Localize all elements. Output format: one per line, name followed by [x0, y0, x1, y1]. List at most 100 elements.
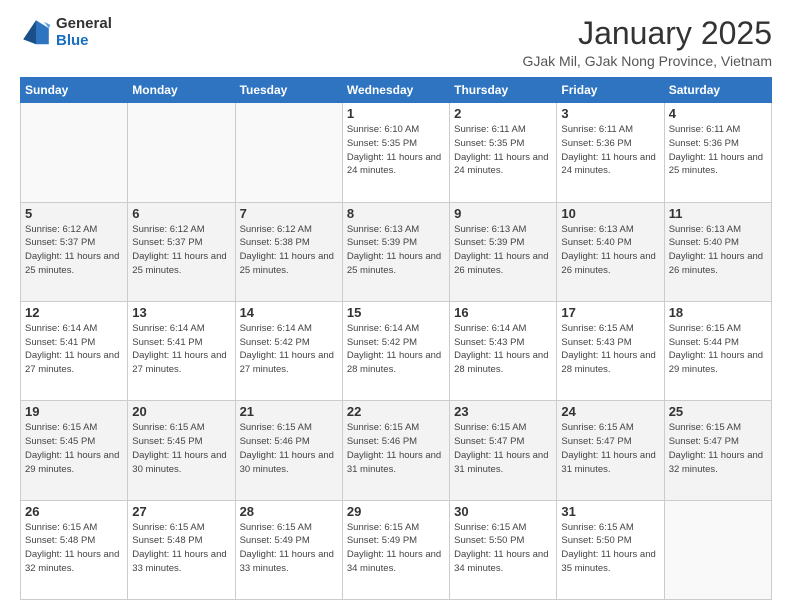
- day-number: 10: [561, 206, 659, 221]
- day-number: 30: [454, 504, 552, 519]
- day-number: 22: [347, 404, 445, 419]
- day-detail: Sunrise: 6:15 AMSunset: 5:47 PMDaylight:…: [669, 421, 767, 476]
- day-detail: Sunrise: 6:15 AMSunset: 5:48 PMDaylight:…: [132, 521, 230, 576]
- day-detail: Sunrise: 6:15 AMSunset: 5:45 PMDaylight:…: [132, 421, 230, 476]
- day-detail: Sunrise: 6:14 AMSunset: 5:41 PMDaylight:…: [25, 322, 123, 377]
- day-detail: Sunrise: 6:15 AMSunset: 5:47 PMDaylight:…: [454, 421, 552, 476]
- day-detail: Sunrise: 6:13 AMSunset: 5:40 PMDaylight:…: [669, 223, 767, 278]
- day-number: 6: [132, 206, 230, 221]
- day-number: 25: [669, 404, 767, 419]
- calendar-cell-w2-d7: 11 Sunrise: 6:13 AMSunset: 5:40 PMDayligh…: [664, 202, 771, 301]
- day-number: 27: [132, 504, 230, 519]
- day-number: 5: [25, 206, 123, 221]
- day-detail: Sunrise: 6:15 AMSunset: 5:48 PMDaylight:…: [25, 521, 123, 576]
- col-monday: Monday: [128, 78, 235, 103]
- calendar-cell-w3-d3: 14Sunrise: 6:14 AMSunset: 5:42 PMDayligh…: [235, 301, 342, 400]
- calendar-cell-w1-d3: [235, 103, 342, 202]
- day-detail: Sunrise: 6:11 AMSunset: 5:35 PMDaylight:…: [454, 123, 552, 178]
- col-thursday: Thursday: [450, 78, 557, 103]
- calendar-cell-w5-d3: 28 Sunrise: 6:15 AMSunset: 5:49 PMDayligh…: [235, 500, 342, 599]
- day-number: 9: [454, 206, 552, 221]
- col-friday: Friday: [557, 78, 664, 103]
- day-detail: Sunrise: 6:15 AMSunset: 5:44 PMDaylight:…: [669, 322, 767, 377]
- day-detail: Sunrise: 6:15 AMSunset: 5:47 PMDaylight:…: [561, 421, 659, 476]
- calendar-cell-w5-d7: [664, 500, 771, 599]
- location-title: GJak Mil, GJak Nong Province, Vietnam: [522, 53, 772, 69]
- day-detail: Sunrise: 6:15 AMSunset: 5:43 PMDaylight:…: [561, 322, 659, 377]
- page: General Blue January 2025 GJak Mil, GJak…: [0, 0, 792, 612]
- day-number: 7: [240, 206, 338, 221]
- calendar-cell-w4-d4: 22 Sunrise: 6:15 AMSunset: 5:46 PMDayligh…: [342, 401, 449, 500]
- calendar-cell-w1-d7: 4 Sunrise: 6:11 AMSunset: 5:36 PMDaylight…: [664, 103, 771, 202]
- day-detail: Sunrise: 6:10 AMSunset: 5:35 PMDaylight:…: [347, 123, 445, 178]
- logo: General Blue: [20, 16, 112, 49]
- calendar-cell-w4-d2: 20 Sunrise: 6:15 AMSunset: 5:45 PMDayligh…: [128, 401, 235, 500]
- calendar-week-2: 5 Sunrise: 6:12 AMSunset: 5:37 PMDaylight…: [21, 202, 772, 301]
- calendar-week-3: 12 Sunrise: 6:14 AMSunset: 5:41 PMDayligh…: [21, 301, 772, 400]
- day-detail: Sunrise: 6:13 AMSunset: 5:39 PMDaylight:…: [454, 223, 552, 278]
- calendar-cell-w3-d7: 18 Sunrise: 6:15 AMSunset: 5:44 PMDayligh…: [664, 301, 771, 400]
- day-number: 11: [669, 206, 767, 221]
- col-saturday: Saturday: [664, 78, 771, 103]
- day-detail: Sunrise: 6:11 AMSunset: 5:36 PMDaylight:…: [561, 123, 659, 178]
- month-title: January 2025: [522, 16, 772, 51]
- day-detail: Sunrise: 6:15 AMSunset: 5:50 PMDaylight:…: [561, 521, 659, 576]
- calendar-cell-w2-d2: 6 Sunrise: 6:12 AMSunset: 5:37 PMDaylight…: [128, 202, 235, 301]
- day-detail: Sunrise: 6:15 AMSunset: 5:49 PMDaylight:…: [347, 521, 445, 576]
- calendar-cell-w5-d4: 29Sunrise: 6:15 AMSunset: 5:49 PMDayligh…: [342, 500, 449, 599]
- calendar-cell-w4-d7: 25 Sunrise: 6:15 AMSunset: 5:47 PMDayligh…: [664, 401, 771, 500]
- day-number: 14: [240, 305, 338, 320]
- day-number: 12: [25, 305, 123, 320]
- day-number: 23: [454, 404, 552, 419]
- calendar-cell-w1-d4: 1Sunrise: 6:10 AMSunset: 5:35 PMDaylight…: [342, 103, 449, 202]
- calendar-cell-w2-d5: 9 Sunrise: 6:13 AMSunset: 5:39 PMDaylight…: [450, 202, 557, 301]
- calendar-week-5: 26 Sunrise: 6:15 AMSunset: 5:48 PMDayligh…: [21, 500, 772, 599]
- calendar-cell-w3-d4: 15Sunrise: 6:14 AMSunset: 5:42 PMDayligh…: [342, 301, 449, 400]
- calendar-cell-w5-d2: 27 Sunrise: 6:15 AMSunset: 5:48 PMDayligh…: [128, 500, 235, 599]
- calendar-cell-w4-d3: 21Sunrise: 6:15 AMSunset: 5:46 PMDayligh…: [235, 401, 342, 500]
- calendar-cell-w3-d2: 13Sunrise: 6:14 AMSunset: 5:41 PMDayligh…: [128, 301, 235, 400]
- day-number: 8: [347, 206, 445, 221]
- day-detail: Sunrise: 6:12 AMSunset: 5:37 PMDaylight:…: [25, 223, 123, 278]
- calendar-cell-w3-d5: 16Sunrise: 6:14 AMSunset: 5:43 PMDayligh…: [450, 301, 557, 400]
- day-detail: Sunrise: 6:12 AMSunset: 5:37 PMDaylight:…: [132, 223, 230, 278]
- day-number: 20: [132, 404, 230, 419]
- col-sunday: Sunday: [21, 78, 128, 103]
- calendar-cell-w1-d2: [128, 103, 235, 202]
- logo-general-text: General: [56, 16, 112, 33]
- day-detail: Sunrise: 6:11 AMSunset: 5:36 PMDaylight:…: [669, 123, 767, 178]
- day-detail: Sunrise: 6:14 AMSunset: 5:41 PMDaylight:…: [132, 322, 230, 377]
- col-wednesday: Wednesday: [342, 78, 449, 103]
- day-number: 4: [669, 106, 767, 121]
- calendar-header-row: Sunday Monday Tuesday Wednesday Thursday…: [21, 78, 772, 103]
- calendar-cell-w3-d1: 12 Sunrise: 6:14 AMSunset: 5:41 PMDayligh…: [21, 301, 128, 400]
- calendar-cell-w5-d6: 31Sunrise: 6:15 AMSunset: 5:50 PMDayligh…: [557, 500, 664, 599]
- day-number: 18: [669, 305, 767, 320]
- day-number: 21: [240, 404, 338, 419]
- day-number: 26: [25, 504, 123, 519]
- calendar-cell-w2-d6: 10Sunrise: 6:13 AMSunset: 5:40 PMDayligh…: [557, 202, 664, 301]
- calendar-week-4: 19Sunrise: 6:15 AMSunset: 5:45 PMDayligh…: [21, 401, 772, 500]
- calendar-table: Sunday Monday Tuesday Wednesday Thursday…: [20, 77, 772, 600]
- calendar-cell-w2-d1: 5 Sunrise: 6:12 AMSunset: 5:37 PMDaylight…: [21, 202, 128, 301]
- day-detail: Sunrise: 6:15 AMSunset: 5:49 PMDaylight:…: [240, 521, 338, 576]
- logo-blue-text: Blue: [56, 33, 112, 50]
- calendar-cell-w4-d6: 24 Sunrise: 6:15 AMSunset: 5:47 PMDayligh…: [557, 401, 664, 500]
- calendar-cell-w5-d5: 30 Sunrise: 6:15 AMSunset: 5:50 PMDayligh…: [450, 500, 557, 599]
- calendar-cell-w1-d6: 3Sunrise: 6:11 AMSunset: 5:36 PMDaylight…: [557, 103, 664, 202]
- col-tuesday: Tuesday: [235, 78, 342, 103]
- logo-icon: [20, 17, 52, 49]
- day-detail: Sunrise: 6:15 AMSunset: 5:46 PMDaylight:…: [347, 421, 445, 476]
- calendar-cell-w5-d1: 26 Sunrise: 6:15 AMSunset: 5:48 PMDayligh…: [21, 500, 128, 599]
- day-detail: Sunrise: 6:15 AMSunset: 5:45 PMDaylight:…: [25, 421, 123, 476]
- day-detail: Sunrise: 6:13 AMSunset: 5:39 PMDaylight:…: [347, 223, 445, 278]
- day-number: 15: [347, 305, 445, 320]
- day-number: 16: [454, 305, 552, 320]
- calendar-week-1: 1Sunrise: 6:10 AMSunset: 5:35 PMDaylight…: [21, 103, 772, 202]
- day-number: 24: [561, 404, 659, 419]
- day-detail: Sunrise: 6:15 AMSunset: 5:50 PMDaylight:…: [454, 521, 552, 576]
- title-block: January 2025 GJak Mil, GJak Nong Provinc…: [522, 16, 772, 69]
- logo-text: General Blue: [56, 16, 112, 49]
- day-number: 28: [240, 504, 338, 519]
- calendar-cell-w1-d1: [21, 103, 128, 202]
